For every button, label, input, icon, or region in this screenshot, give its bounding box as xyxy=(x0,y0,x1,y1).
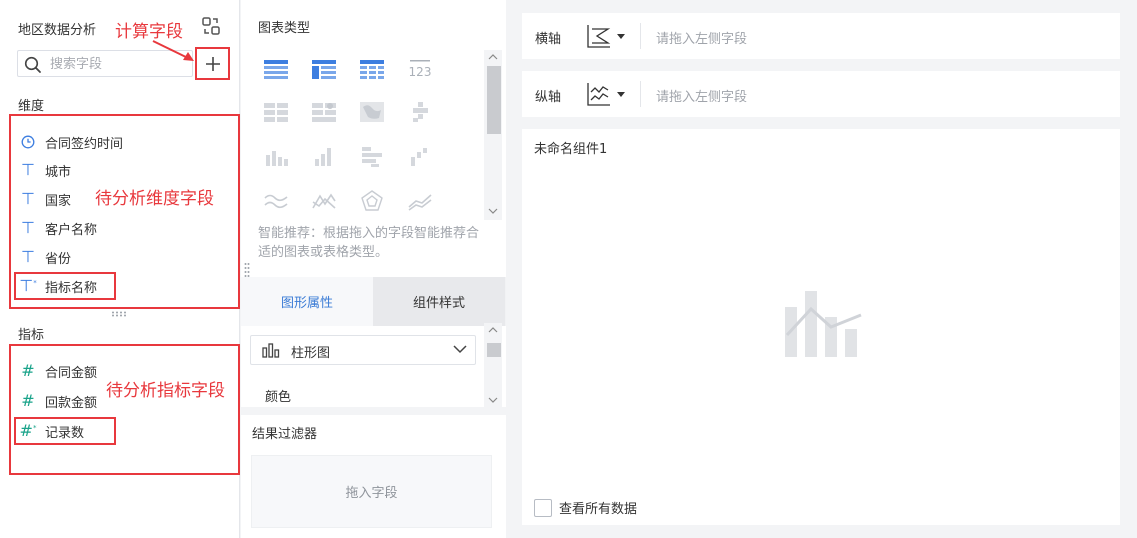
kpi-number-icon[interactable]: 123 xyxy=(403,52,437,86)
caret-down-icon[interactable] xyxy=(616,34,626,40)
caret-down-icon[interactable] xyxy=(616,92,626,98)
area-map-icon[interactable] xyxy=(355,95,389,129)
area-chart-icon[interactable] xyxy=(403,184,437,218)
switch-dataset-icon[interactable] xyxy=(201,16,221,36)
x-axis-type-icon[interactable] xyxy=(586,22,612,50)
result-filter-title: 结果过滤器 xyxy=(252,427,318,442)
annotation-dimension-fields: 待分析维度字段 xyxy=(95,189,214,209)
divider xyxy=(640,23,641,49)
chart-type-select[interactable]: 柱形图 xyxy=(250,335,476,365)
grouped-column-icon[interactable] xyxy=(307,139,341,173)
dataset-title: 地区数据分析 xyxy=(18,23,97,38)
column-chart-icon[interactable] xyxy=(259,139,293,173)
smart-recommend-hint: 智能推荐：根据拖入的字段智能推荐合适的图表或表格类型。 xyxy=(258,226,480,260)
view-all-data-checkbox[interactable]: 查看所有数据 xyxy=(534,498,637,517)
dimension-section-label: 维度 xyxy=(18,99,45,114)
properties-scrollbar[interactable] xyxy=(484,323,502,407)
middle-resize-handle[interactable] xyxy=(244,262,250,278)
annotation-box-record-count xyxy=(14,417,116,445)
property-tabs: 图形属性 组件样式 xyxy=(241,277,506,326)
view-all-data-label: 查看所有数据 xyxy=(559,502,638,517)
scroll-down-icon xyxy=(488,208,498,214)
tab-component-style[interactable]: 组件样式 xyxy=(373,277,505,326)
point-map-icon[interactable] xyxy=(307,95,341,129)
checkbox[interactable] xyxy=(534,498,552,517)
x-axis-label: 横轴 xyxy=(535,32,562,47)
line-chart-icon[interactable] xyxy=(259,184,293,218)
chart-type-value: 柱形图 xyxy=(291,346,331,361)
divider xyxy=(640,81,641,107)
empty-chart-icon xyxy=(781,287,863,359)
annotation-measure-fields: 待分析指标字段 xyxy=(106,381,225,401)
y-axis-type-icon[interactable] xyxy=(586,80,612,108)
annotation-box-add xyxy=(195,47,230,80)
dashboard-table-icon[interactable] xyxy=(259,95,293,129)
chevron-down-icon xyxy=(453,344,467,354)
x-axis-row: 横轴 请拖入左侧字段 xyxy=(522,13,1120,59)
grouped-table-icon[interactable] xyxy=(259,52,293,86)
detail-table-icon[interactable] xyxy=(355,52,389,86)
chart-config-panel: 图表类型 123 智能推荐：根据拖入的字段智能推荐合适的图表或表格类型。 图形属… xyxy=(241,0,506,538)
radar-chart-icon[interactable] xyxy=(355,184,389,218)
section-divider xyxy=(241,407,506,415)
polyline-chart-icon[interactable] xyxy=(307,184,341,218)
column-chart-icon xyxy=(262,342,280,358)
crosstab-icon[interactable] xyxy=(307,52,341,86)
scroll-up-icon xyxy=(488,54,498,60)
annotation-box-measures xyxy=(9,344,240,475)
scroll-down-icon xyxy=(488,397,498,403)
annotation-box-metric-name xyxy=(14,272,116,300)
chart-types-title: 图表类型 xyxy=(258,21,311,36)
scroll-up-icon xyxy=(488,327,498,333)
y-axis-row: 纵轴 请拖入左侧字段 xyxy=(522,71,1120,117)
waterfall-chart-icon[interactable] xyxy=(403,139,437,173)
chart-types-scrollbar[interactable] xyxy=(484,50,502,220)
y-axis-drop-placeholder[interactable]: 请拖入左侧字段 xyxy=(656,86,747,105)
panel-resize-handle[interactable] xyxy=(111,311,127,317)
measure-section-label: 指标 xyxy=(18,328,45,343)
svg-text:123: 123 xyxy=(409,65,432,79)
component-name[interactable]: 未命名组件1 xyxy=(534,138,607,157)
filter-drop-zone[interactable]: 拖入字段 xyxy=(251,455,492,528)
x-axis-drop-placeholder[interactable]: 请拖入左侧字段 xyxy=(656,28,747,47)
y-axis-label: 纵轴 xyxy=(535,90,562,105)
color-property-label[interactable]: 颜色 xyxy=(265,386,291,405)
chart-canvas: 未命名组件1 查看所有数据 xyxy=(522,129,1120,525)
heatmap-icon[interactable] xyxy=(403,95,437,129)
annotation-arrow xyxy=(150,38,200,66)
search-icon xyxy=(24,56,42,74)
tab-graph-properties[interactable]: 图形属性 xyxy=(241,277,373,326)
bar-chart-icon[interactable] xyxy=(355,139,389,173)
